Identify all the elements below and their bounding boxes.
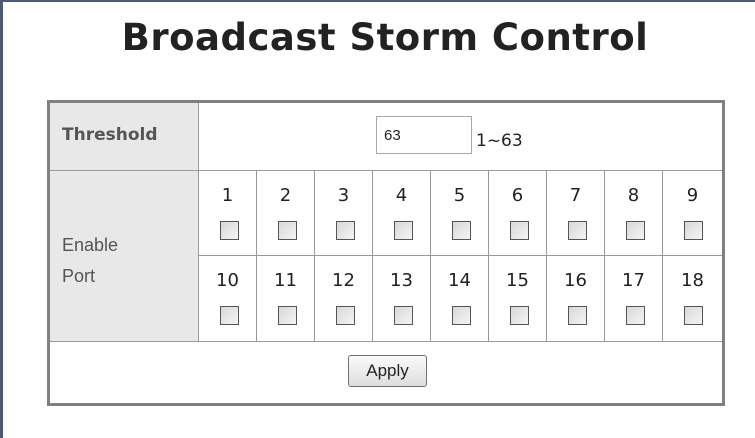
port-cell-3: 3	[315, 171, 373, 256]
port-cell-16: 16	[547, 256, 605, 341]
port-cell-2: 2	[257, 171, 315, 256]
threshold-row: Threshold 1~63	[50, 103, 722, 171]
storm-control-table: Threshold 1~63 Enable Port 1234567891011…	[47, 100, 725, 406]
port-cell-14: 14	[431, 256, 489, 341]
port-7-checkbox[interactable]	[568, 221, 587, 240]
port-cell-8: 8	[605, 171, 663, 256]
port-10-checkbox[interactable]	[220, 306, 239, 325]
port-number-label: 1	[221, 185, 234, 206]
port-9-checkbox[interactable]	[684, 221, 703, 240]
threshold-label: Threshold	[62, 125, 158, 145]
page-title: Broadcast Storm Control	[121, 16, 649, 59]
threshold-label-cell: Threshold	[50, 103, 199, 170]
port-number-label: 13	[390, 270, 413, 291]
window-left-border	[0, 0, 3, 438]
port-2-checkbox[interactable]	[278, 221, 297, 240]
threshold-range-hint: 1~63	[476, 131, 523, 151]
port-8-checkbox[interactable]	[626, 221, 645, 240]
port-cell-5: 5	[431, 171, 489, 256]
port-cell-13: 13	[373, 256, 431, 341]
port-number-label: 17	[622, 270, 645, 291]
port-1-checkbox[interactable]	[220, 221, 239, 240]
port-number-label: 2	[279, 185, 292, 206]
port-cell-4: 4	[373, 171, 431, 256]
port-number-label: 6	[511, 185, 524, 206]
port-cell-15: 15	[489, 256, 547, 341]
port-number-label: 9	[686, 185, 699, 206]
port-cell-7: 7	[547, 171, 605, 256]
port-12-checkbox[interactable]	[336, 306, 355, 325]
enable-port-label: Enable Port	[62, 230, 162, 292]
port-16-checkbox[interactable]	[568, 306, 587, 325]
port-number-label: 3	[337, 185, 350, 206]
port-17-checkbox[interactable]	[626, 306, 645, 325]
port-number-label: 8	[627, 185, 640, 206]
port-grid: 1 2 3 4 5 6 7 8 9 10 11 12 13 14 15 16 17 18	[199, 171, 722, 341]
port-15-checkbox[interactable]	[510, 306, 529, 325]
port-cell-1: 1	[199, 171, 257, 256]
enable-port-row: Enable Port 1 2 3 4 5 6 7 8 9 10 11 12 13 14 15 16 17 18	[50, 171, 722, 342]
port-11-checkbox[interactable]	[278, 306, 297, 325]
port-4-checkbox[interactable]	[394, 221, 413, 240]
port-18-checkbox[interactable]	[684, 306, 703, 325]
port-number-label: 15	[506, 270, 529, 291]
apply-button[interactable]: Apply	[348, 355, 427, 387]
port-number-label: 14	[448, 270, 471, 291]
port-number-label: 5	[453, 185, 466, 206]
port-5-checkbox[interactable]	[452, 221, 471, 240]
port-number-label: 11	[274, 270, 297, 291]
port-number-label: 7	[569, 185, 582, 206]
port-cell-12: 12	[315, 256, 373, 341]
port-number-label: 10	[216, 270, 239, 291]
port-cell-9: 9	[663, 171, 722, 256]
enable-port-label-cell: Enable Port	[50, 171, 199, 341]
port-cell-6: 6	[489, 171, 547, 256]
port-14-checkbox[interactable]	[452, 306, 471, 325]
port-3-checkbox[interactable]	[336, 221, 355, 240]
port-cell-11: 11	[257, 256, 315, 341]
window-top-border	[0, 0, 755, 2]
enable-port-label-line2: Port	[62, 266, 96, 286]
port-cell-17: 17	[605, 256, 663, 341]
threshold-input[interactable]	[376, 116, 472, 154]
port-number-label: 4	[395, 185, 408, 206]
port-number-label: 12	[332, 270, 355, 291]
port-6-checkbox[interactable]	[510, 221, 529, 240]
port-13-checkbox[interactable]	[394, 306, 413, 325]
port-number-label: 18	[681, 270, 704, 291]
port-cell-18: 18	[663, 256, 722, 341]
enable-port-label-line1: Enable	[62, 235, 119, 255]
port-cell-10: 10	[199, 256, 257, 341]
port-number-label: 16	[564, 270, 587, 291]
apply-row: Apply	[50, 342, 722, 403]
